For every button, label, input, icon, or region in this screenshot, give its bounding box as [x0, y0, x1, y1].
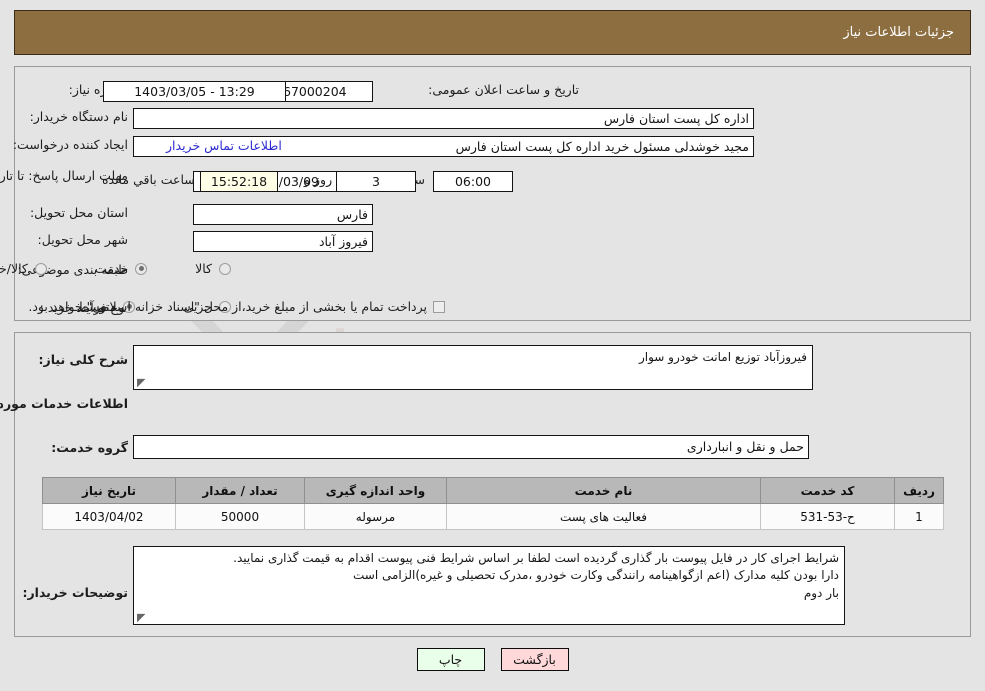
requester-label-wrap: ایجاد کننده درخواست:	[13, 137, 128, 152]
announce-label-wrap: تاریخ و ساعت اعلان عمومی:	[428, 82, 579, 97]
col-unit: واحد اندازه گیری	[304, 477, 447, 504]
cell-unit: مرسوله	[304, 503, 447, 530]
province-value: فارس	[193, 204, 373, 225]
city-label: شهر محل تحویل:	[37, 232, 128, 247]
treasury-note-wrap: پرداخت تمام یا بخشی از مبلغ خرید،از محل …	[28, 299, 445, 314]
services-table: ردیف کد خدمت نام خدمت واحد اندازه گیری ت…	[42, 477, 944, 530]
category-option-2[interactable]: کالا/خدمت	[0, 261, 51, 276]
table-row: 1 ح-53-531 فعالیت های پست مرسوله 50000 1…	[42, 503, 944, 530]
summary-value: فیروزآباد توزیع امانت خودرو سوار	[638, 350, 807, 364]
treasury-note-label: پرداخت تمام یا بخشی از مبلغ خرید،از محل …	[28, 299, 427, 314]
cell-index: 1	[894, 503, 944, 530]
service-group-label: گروه خدمت:	[51, 440, 128, 455]
summary-label: شرح کلی نیاز:	[38, 352, 128, 367]
category-radio-icon-0[interactable]	[219, 262, 231, 275]
category-option-label-2: کالا/خدمت	[0, 261, 28, 276]
category-option-label-0: کالا	[195, 261, 212, 276]
col-service-name: نام خدمت	[446, 477, 761, 504]
print-button[interactable]: چاپ	[416, 648, 485, 671]
category-radio-icon-2[interactable]	[34, 262, 47, 275]
page-title: جزئیات اطلاعات نیاز	[843, 25, 954, 40]
announce-datetime-value: 13:29 - 1403/03/05	[103, 81, 286, 102]
buyer-org-label-wrap: نام دستگاه خریدار:	[30, 109, 128, 124]
page-header-bar: جزئیات اطلاعات نیاز	[14, 10, 971, 55]
buyer-notes-textarea[interactable]: شرایط اجرای کار در فایل پیوست بار گذاری …	[133, 546, 845, 625]
buyer-notes-label: توضیحات خریدار:	[22, 585, 128, 600]
service-group-label-wrap: گروه خدمت:	[51, 440, 128, 455]
countdown-label-wrap: ساعت باقي مانده	[102, 172, 195, 187]
category-radio-icon-1[interactable]	[135, 262, 148, 275]
back-button[interactable]: بازگشت	[500, 648, 569, 671]
buyer-notes-line-1: شرایط اجرای کار در فایل پیوست بار گذاری …	[233, 551, 839, 565]
col-service-code: کد خدمت	[760, 477, 895, 504]
cell-quantity: 50000	[175, 503, 305, 530]
summary-textarea[interactable]: فیروزآباد توزیع امانت خودرو سوار ◥	[133, 345, 813, 390]
category-option-1[interactable]: خدمت	[95, 261, 151, 276]
services-heading-wrap: اطلاعات خدمات مورد نیاز	[0, 396, 128, 411]
page-root: AriaTender W .net جزئیات اطلاعات نیاز شم…	[0, 0, 985, 691]
buyer-org-value: اداره کل پست استان فارس	[133, 108, 754, 129]
action-buttons: بازگشت چاپ	[0, 648, 985, 671]
announce-datetime-label: تاریخ و ساعت اعلان عمومی:	[428, 82, 579, 97]
countdown-timer-value: 15:52:18	[200, 171, 278, 192]
days-remaining-label: روز و	[304, 172, 333, 187]
treasury-checkbox[interactable]	[433, 300, 445, 313]
col-quantity: تعداد / مقدار	[175, 477, 305, 504]
category-radio-group[interactable]: کالا خدمت کالا/خدمت	[0, 261, 235, 276]
summary-label-wrap: شرح کلی نیاز:	[39, 352, 128, 367]
buyer-notes-line-3: بار دوم	[803, 585, 839, 600]
resize-grip-icon[interactable]: ◥	[137, 611, 145, 624]
col-need-date: تاریخ نیاز	[42, 477, 176, 504]
need-info-panel	[14, 66, 971, 321]
service-group-value: حمل و نقل و انبارداری	[133, 435, 809, 459]
buyer-notes-label-wrap: توضیحات خریدار:	[22, 585, 128, 600]
col-index: ردیف	[894, 477, 944, 504]
buyer-contact-link[interactable]: اطلاعات تماس خریدار	[166, 138, 282, 153]
table-header-row: ردیف کد خدمت نام خدمت واحد اندازه گیری ت…	[42, 477, 944, 504]
city-label-wrap: شهر محل تحویل:	[38, 232, 128, 247]
cell-service-name: فعالیت های پست	[446, 503, 761, 530]
category-option-0[interactable]: کالا	[195, 261, 235, 276]
city-value: فیروز آباد	[193, 231, 373, 252]
countdown-remaining-label: ساعت باقي مانده	[102, 172, 195, 187]
category-option-label-1: خدمت	[94, 261, 129, 276]
days-label-wrap: روز و	[304, 172, 332, 187]
resize-grip-icon[interactable]: ◥	[137, 376, 145, 389]
cell-service-code: ح-53-531	[760, 503, 895, 530]
province-label: استان محل تحویل:	[29, 205, 128, 220]
cell-need-date: 1403/04/02	[42, 503, 176, 530]
province-label-wrap: استان محل تحویل:	[30, 205, 128, 220]
days-remaining-value: 3	[336, 171, 416, 192]
requester-label: ایجاد کننده درخواست:	[12, 137, 128, 152]
services-heading: اطلاعات خدمات مورد نیاز	[0, 396, 128, 411]
buyer-org-label: نام دستگاه خریدار:	[29, 109, 128, 124]
deadline-time-value: 06:00	[433, 171, 513, 192]
buyer-notes-line-2: دارا بودن کلیه مدارک (اعم ازگواهینامه را…	[352, 568, 839, 583]
